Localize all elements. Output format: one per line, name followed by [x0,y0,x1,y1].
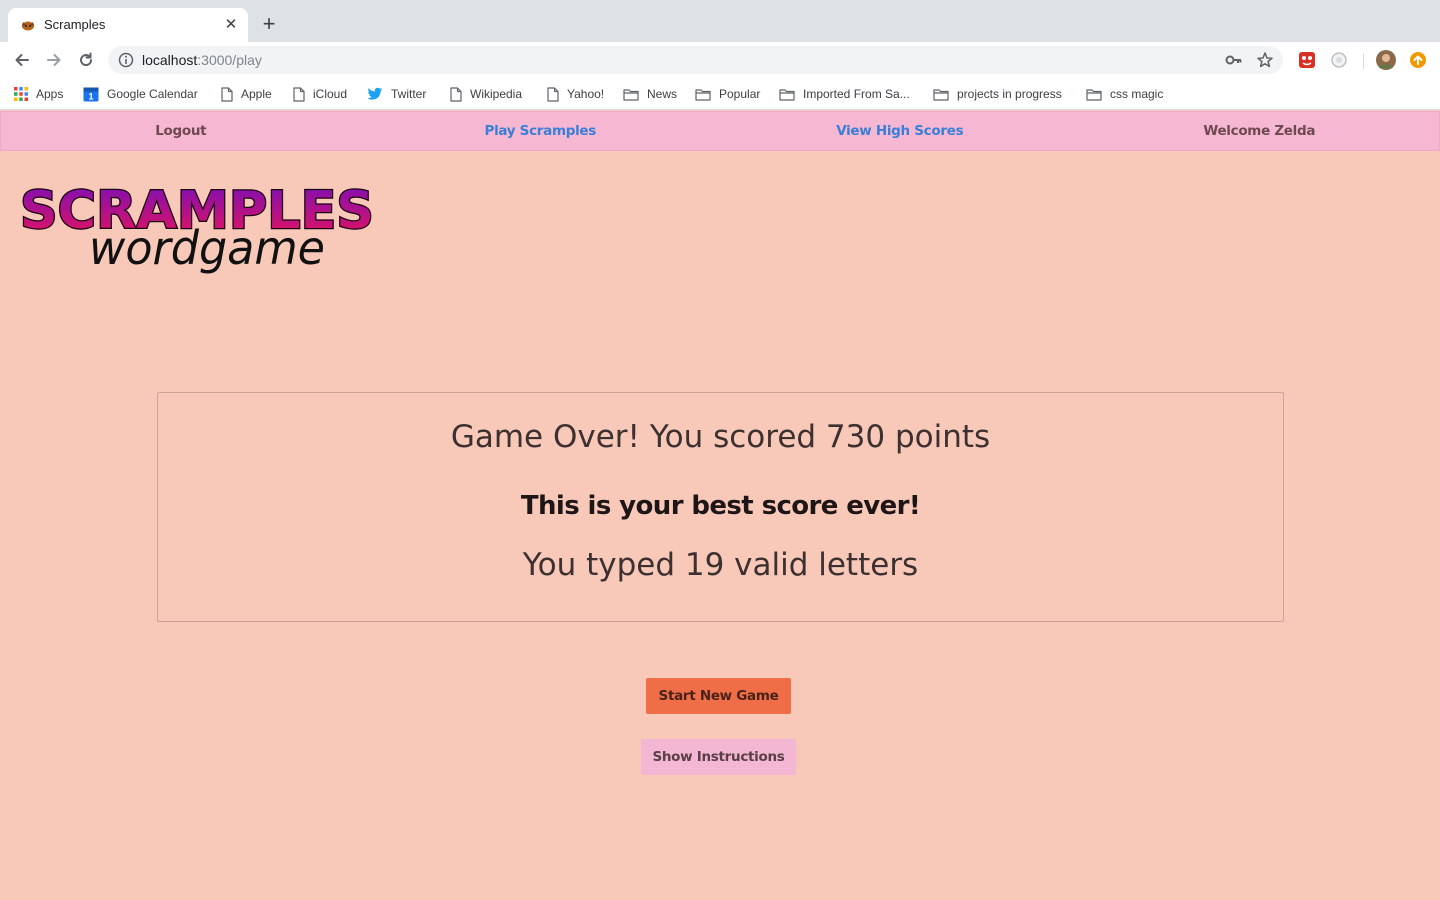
bookmark-label: Google Calendar [107,87,198,101]
avatar[interactable] [1376,50,1396,70]
show-instructions-button[interactable]: Show Instructions [641,739,796,775]
best-score-message: This is your best score ever! [520,491,921,521]
bookmark-label: Imported From Sa... [803,87,910,101]
calendar-icon: 1 [83,87,99,102]
start-new-game-button[interactable]: Start New Game [646,678,791,714]
app-nav: Logout Play Scramples View High Scores W… [0,111,1440,151]
info-icon[interactable] [118,52,134,68]
bookmark-google-calendar[interactable]: 1 Google Calendar [83,84,198,104]
browser-tab-strip: Scramples ✕ + [0,0,1440,42]
bookmark-icloud[interactable]: iCloud [293,84,347,104]
star-icon[interactable] [1256,51,1274,69]
bookmark-label: projects in progress [957,87,1062,101]
bookmark-yahoo[interactable]: Yahoo! [547,84,604,104]
reload-icon[interactable] [74,48,98,72]
folder-icon [933,88,949,101]
page-icon [547,86,559,102]
bookmark-label: Apple [241,87,272,101]
bookmark-label: Twitter [391,87,427,101]
back-arrow-icon[interactable] [10,48,34,72]
address-bar[interactable]: localhost:3000/play [108,46,1283,74]
scramples-logo: SCRAMPLES wordgame [19,180,375,275]
play-scramples-link[interactable]: Play Scramples [361,112,721,150]
bookmark-folder-css-magic[interactable]: css magic [1086,84,1163,104]
valid-letters-text: You typed 19 valid letters [522,547,919,583]
bookmark-label: Apps [36,87,64,101]
logo-subtitle: wordgame [89,221,325,275]
apps-grid-icon [14,87,28,101]
extension-red-icon[interactable] [1298,51,1316,69]
bookmark-label: css magic [1110,87,1164,101]
browser-toolbar: localhost:3000/play [0,42,1440,78]
page-icon [293,86,305,102]
scramples-favicon-icon [22,21,34,31]
browser-tab[interactable]: Scramples ✕ [8,8,248,42]
final-score-text: Game Over! You scored 730 points [450,419,991,455]
bookmark-folder-imported[interactable]: Imported From Sa... [779,84,910,104]
tab-title: Scramples [44,17,106,32]
bookmarks-bar: Apps 1 Google Calendar Apple iCloud Twit… [0,78,1440,110]
bookmark-folder-popular[interactable]: Popular [695,84,760,104]
folder-icon [623,88,639,101]
folder-icon [1086,88,1102,101]
folder-icon [695,88,711,101]
plus-icon[interactable]: + [258,13,280,35]
view-high-scores-link[interactable]: View High Scores [720,112,1080,150]
key-icon[interactable] [1225,52,1243,68]
bookmark-twitter[interactable]: Twitter [367,84,426,104]
bookmark-wikipedia[interactable]: Wikipedia [450,84,522,104]
welcome-user: Welcome Zelda [1203,123,1316,139]
bookmark-label: iCloud [313,87,348,101]
url-path: :3000/play [197,52,262,68]
bookmark-label: Yahoo! [567,87,605,101]
url-text[interactable]: localhost:3000/play [142,52,262,68]
forward-arrow-icon[interactable] [42,48,66,72]
bookmark-apps[interactable]: Apps [14,84,63,104]
page-icon [221,86,233,102]
close-icon[interactable]: ✕ [222,15,240,33]
url-host: localhost [142,52,198,68]
bookmark-apple[interactable]: Apple [221,84,272,104]
page-icon [450,86,462,102]
logout-link[interactable]: Logout [1,112,361,150]
update-icon[interactable] [1409,51,1427,69]
folder-icon [779,88,795,101]
bookmark-folder-news[interactable]: News [623,84,677,104]
extension-grey-icon[interactable] [1330,51,1348,69]
bookmark-folder-projects[interactable]: projects in progress [933,84,1062,104]
twitter-icon [367,87,383,100]
toolbar-divider [1363,53,1364,69]
bookmark-label: News [647,87,678,101]
svg-text:1: 1 [88,92,93,102]
bookmark-label: Wikipedia [470,87,523,101]
bookmark-label: Popular [719,87,761,101]
game-result-panel: Game Over! You scored 730 points This is… [157,392,1284,622]
